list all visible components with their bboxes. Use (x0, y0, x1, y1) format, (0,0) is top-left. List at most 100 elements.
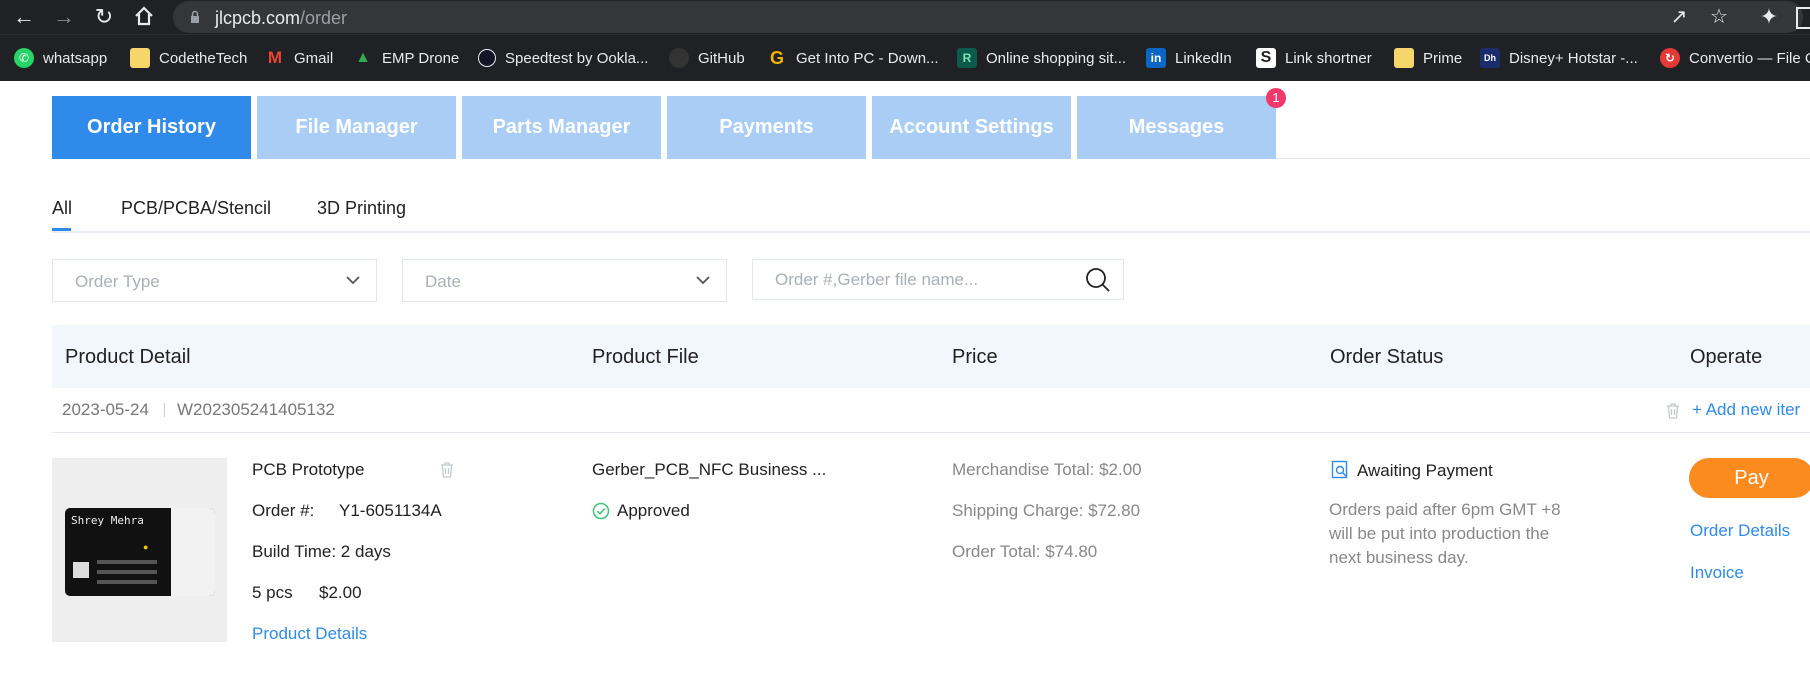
order-group-id: W202305241405132 (177, 400, 335, 419)
product-name: PCB Prototype (252, 460, 365, 479)
bookmark-shopping[interactable]: R Online shopping sit... (957, 47, 1126, 69)
shopping-icon: R (957, 48, 977, 68)
card-name: Shrey Mehra (71, 514, 144, 527)
bookmark-getintopc[interactable]: G Get Into PC - Down... (767, 47, 939, 69)
bookmark-emp-drone[interactable]: ▲ EMP Drone (353, 47, 459, 69)
order-search-input[interactable] (775, 269, 1065, 291)
sidebar-icon[interactable] (1796, 7, 1810, 29)
merchandise-total: Merchandise Total: $2.00 (952, 460, 1142, 479)
item-price: $2.00 (319, 583, 362, 602)
bookmark-convertio[interactable]: ↻ Convertio — File C (1660, 47, 1810, 69)
url-text[interactable]: jlcpcb.com/order (215, 8, 347, 29)
header-operate: Operate (1690, 346, 1763, 368)
card-line (97, 560, 157, 564)
bookmark-link-shortner[interactable]: S Link shortner (1256, 47, 1372, 69)
header-order-status: Order Status (1330, 346, 1444, 368)
subtab-pcb-pcba-stencil[interactable]: PCB/PCBA/Stencil (121, 198, 271, 219)
bookmark-label: Convertio — File C (1689, 49, 1810, 67)
order-details-link[interactable]: Order Details (1690, 521, 1790, 541)
browser-toolbar: ← → ↻ jlcpcb.com/order ↗ ☆ ✦ (0, 0, 1810, 34)
order-group-row: 2023-05-24 W202305241405132 (52, 388, 1810, 433)
bookmark-label: Gmail (294, 49, 334, 67)
address-bar[interactable]: jlcpcb.com/order ↗ ☆ (173, 1, 1803, 33)
pay-button[interactable]: Pay (1689, 458, 1810, 498)
bookmark-label: Get Into PC - Down... (796, 49, 939, 67)
github-icon (669, 48, 689, 68)
quantity: 5 pcs (252, 583, 293, 602)
qr-code-icon (73, 562, 89, 578)
bookmark-hotstar[interactable]: Dh Disney+ Hotstar -... (1480, 47, 1638, 69)
linkedin-icon: in (1146, 48, 1166, 68)
card-mark: ● (143, 542, 149, 552)
bookmark-label: LinkedIn (1175, 49, 1232, 67)
trash-icon[interactable] (1665, 402, 1681, 419)
tab-file-manager[interactable]: File Manager (257, 96, 456, 159)
bookmark-github[interactable]: GitHub (669, 47, 745, 69)
date-select[interactable]: Date (402, 259, 727, 302)
bookmark-label: Link shortner (1285, 49, 1372, 67)
bookmark-label: Disney+ Hotstar -... (1509, 49, 1638, 67)
speedtest-icon (478, 49, 496, 67)
extensions-icon[interactable]: ✦ (1757, 5, 1781, 29)
convertio-icon: ↻ (1660, 48, 1680, 68)
header-price: Price (952, 346, 998, 368)
product-details-link[interactable]: Product Details (252, 624, 367, 644)
subtab-all[interactable]: All (52, 198, 72, 219)
forward-arrow-icon[interactable]: → (52, 5, 76, 29)
bookmarks-bar: ✆ whatsapp CodetheTech M Gmail ▲ EMP Drone … (0, 34, 1810, 81)
bookmark-prime[interactable]: Prime (1394, 47, 1462, 69)
tab-payments[interactable]: Payments (667, 96, 866, 159)
reload-icon[interactable]: ↻ (92, 5, 116, 29)
chevron-down-icon (346, 276, 360, 285)
bookmark-whatsapp[interactable]: ✆ whatsapp (14, 47, 107, 69)
back-arrow-icon[interactable]: ← (12, 5, 36, 29)
product-file-name[interactable]: Gerber_PCB_NFC Business ... (592, 460, 826, 480)
tab-messages[interactable]: Messages (1077, 96, 1276, 159)
add-new-item-link[interactable]: + Add new iter (1692, 400, 1800, 420)
bookmark-gmail[interactable]: M Gmail (265, 47, 333, 69)
order-date: 2023-05-24 (62, 400, 149, 419)
card-line (97, 570, 157, 574)
order-type-placeholder: Order Type (75, 272, 160, 291)
bookmark-speedtest[interactable]: Speedtest by Ookla... (478, 47, 648, 69)
star-icon[interactable]: ☆ (1708, 6, 1730, 28)
tab-order-history[interactable]: Order History (52, 96, 251, 159)
bookmark-linkedin[interactable]: in LinkedIn (1146, 47, 1232, 69)
header-product-detail: Product Detail (65, 346, 191, 368)
hotstar-icon: Dh (1480, 48, 1500, 68)
google-drive-icon: ▲ (355, 49, 371, 66)
bookmark-label: CodetheTech (159, 49, 248, 67)
date-placeholder: Date (425, 272, 461, 291)
bookmark-label: Prime (1423, 49, 1463, 67)
lock-icon (191, 10, 199, 23)
subtab-active-indicator (52, 228, 71, 231)
pcb-card-image: Shrey Mehra ● (65, 508, 215, 596)
order-number: Y1-6051134A (339, 501, 442, 520)
card-white-panel (171, 508, 215, 596)
gmail-icon: M (267, 48, 283, 67)
bookmark-label: EMP Drone (382, 49, 460, 67)
header-product-file: Product File (592, 346, 699, 368)
subtab-3d-printing[interactable]: 3D Printing (317, 198, 406, 219)
tab-account-settings[interactable]: Account Settings (872, 96, 1071, 159)
product-thumbnail[interactable]: Shrey Mehra ● (52, 458, 227, 642)
separator (164, 403, 165, 417)
order-type-select[interactable]: Order Type (52, 259, 377, 302)
tab-divider (1276, 158, 1810, 159)
subtab-divider (52, 231, 1810, 233)
tab-parts-manager[interactable]: Parts Manager (462, 96, 661, 159)
file-status: Approved (617, 501, 690, 520)
bookmark-label: whatsapp (43, 49, 108, 67)
bookmark-label: GitHub (698, 49, 745, 67)
card-line (97, 580, 157, 584)
home-icon[interactable] (132, 5, 156, 29)
bookmark-codethetech[interactable]: CodetheTech (130, 47, 247, 69)
search-icon[interactable] (1085, 267, 1111, 293)
share-icon[interactable]: ↗ (1668, 6, 1690, 28)
invoice-link[interactable]: Invoice (1690, 563, 1744, 583)
table-header: Product Detail Product File Price Order … (52, 325, 1810, 388)
order-status: Awaiting Payment (1357, 461, 1493, 480)
check-circle-icon (592, 502, 610, 520)
trash-icon[interactable] (439, 461, 455, 478)
whatsapp-icon: ✆ (14, 48, 34, 68)
